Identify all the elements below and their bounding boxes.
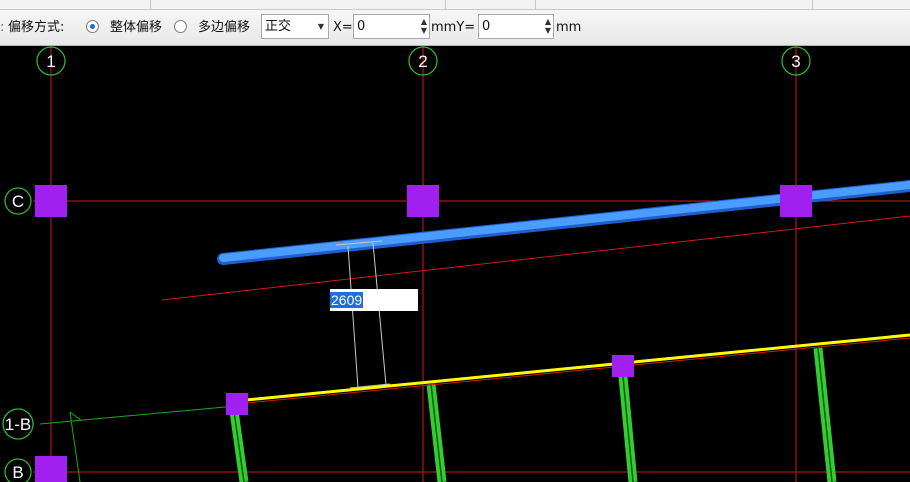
radio-multi-offset[interactable] [174, 20, 187, 33]
dimension-line-left [347, 245, 359, 389]
dimension-value[interactable]: 2609 [330, 292, 364, 308]
column-b1[interactable] [35, 456, 67, 482]
y-offset-value: 0 [482, 19, 491, 34]
y-offset-input[interactable]: 0 ▲ ▼ [478, 14, 554, 39]
grid-line-1b [39, 405, 237, 425]
offset-toolbar: : 偏移方式: 整体偏移 多边偏移 正交 ▼ X= 0 ▲ ▼ mmY= 0 ▲ ▼… [0, 10, 910, 46]
chevron-down-icon[interactable]: ▼ [318, 15, 324, 38]
mm-y-label: mmY= [431, 20, 476, 35]
column-mid[interactable] [612, 355, 634, 377]
column-c2[interactable] [407, 185, 439, 217]
cad-drawing-canvas[interactable]: 1 2 3 C 1-B B [0, 46, 910, 482]
green-member-far-right-core [817, 347, 833, 482]
tab-strip [0, 0, 910, 10]
dimension-input[interactable]: 2609 [330, 289, 418, 311]
column-c3[interactable] [780, 185, 812, 217]
option-multi-offset-label[interactable]: 多边偏移 [198, 19, 250, 36]
dimension-line-right [372, 242, 387, 386]
axis-label-1: 1 [46, 52, 55, 71]
mm-label: mm [556, 20, 582, 35]
radio-selected-dot [90, 24, 95, 29]
offset-mode-label: 偏移方式: [8, 20, 65, 35]
x-offset-value: 0 [357, 19, 366, 34]
mode-select[interactable]: 正交 ▼ [261, 14, 329, 39]
x-label: X= [333, 20, 353, 35]
column-c1[interactable] [35, 185, 67, 217]
x-offset-input[interactable]: 0 ▲ ▼ [353, 14, 430, 39]
yellow-beam-axis [235, 337, 910, 405]
axis-label-2: 2 [418, 52, 427, 71]
axis-label-b: B [12, 463, 23, 482]
mode-select-value: 正交 [265, 19, 292, 34]
radio-whole-offset[interactable] [86, 20, 99, 33]
option-whole-offset-label[interactable]: 整体偏移 [110, 19, 162, 36]
yellow-beam[interactable] [235, 333, 910, 403]
axis-label-1b: 1-B [5, 415, 31, 434]
axis-label-c: C [12, 192, 24, 211]
axis-label-3: 3 [791, 52, 800, 71]
column-1b[interactable] [226, 393, 248, 415]
axis-guide-tick [69, 411, 83, 422]
y-spinner-icon[interactable]: ▲ ▼ [545, 17, 551, 35]
x-spinner-icon[interactable]: ▲ ▼ [421, 17, 427, 35]
toolbar-grip: : [0, 20, 5, 35]
